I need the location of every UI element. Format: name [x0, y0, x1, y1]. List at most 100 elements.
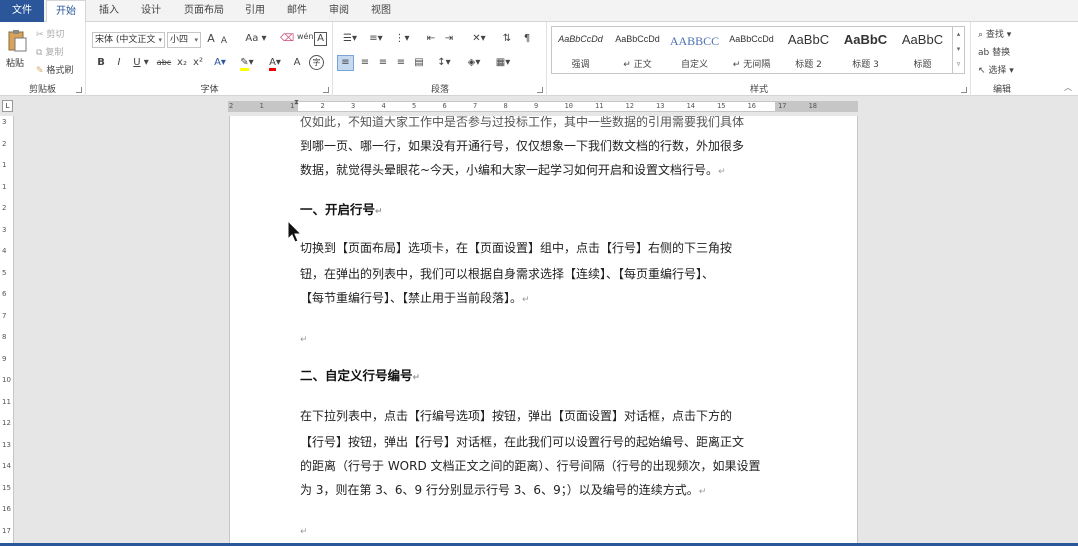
copy-button[interactable]: ⧉ 复制 [36, 45, 63, 58]
paragraph-launcher[interactable] [537, 87, 543, 93]
borders-icon[interactable]: ▦▾ [492, 56, 514, 70]
paste-label: 粘贴 [6, 59, 25, 69]
indent-marker-icon[interactable]: ⧗ [294, 98, 299, 107]
tab-review[interactable]: 审阅 [320, 0, 358, 22]
document-line[interactable]: 【行号】按钮，弹出【行号】对话框，在此我们可以设置行号的起始编号、距离正文 [300, 434, 744, 450]
subscript-button[interactable]: x₂ [175, 56, 189, 70]
style-heading-3[interactable]: AaBbC 标题 3 [837, 27, 894, 73]
document-line[interactable]: 【每节重编行号】、【禁止用于当前段落】。↵ [300, 290, 530, 308]
tab-page-layout[interactable]: 页面布局 [176, 0, 232, 22]
strikethrough-button[interactable]: abc [155, 56, 173, 70]
style-preview: AABBCC [669, 34, 720, 48]
style-emphasis[interactable]: AaBbCcDd 强调 [552, 27, 609, 73]
style-title[interactable]: AaBbC 标题 [894, 27, 951, 73]
tab-mailings[interactable]: 邮件 [278, 0, 316, 22]
tab-insert[interactable]: 插入 [90, 0, 128, 22]
tab-home[interactable]: 开始 [46, 0, 86, 23]
section-heading[interactable]: 二、自定义行号编号↵ [300, 368, 420, 386]
distributed-icon[interactable]: ▤ [412, 56, 426, 70]
style-no-spacing[interactable]: AaBbCcDd ↵ 无间隔 [723, 27, 780, 73]
styles-launcher[interactable] [961, 87, 967, 93]
copy-icon: ⧉ [36, 48, 43, 58]
align-center-icon[interactable]: ≡ [358, 56, 372, 70]
tab-view[interactable]: 视图 [362, 0, 400, 22]
ruler-number: 3 [2, 225, 7, 234]
document-line[interactable]: 钮，在弹出的列表中，我们可以根据自身需求选择【连续】、【每页重编行号】、 [300, 266, 714, 282]
cut-button[interactable]: ✂ 剪切 [36, 27, 64, 40]
document-line[interactable]: 到哪一页、哪一行，如果没有开通行号，仅仅想象一下我们数文档的行数，外加很多 [300, 138, 744, 154]
replace-button[interactable]: ab 替换 [978, 45, 1010, 58]
empty-line[interactable]: ↵ [300, 330, 308, 348]
chevron-down-icon[interactable]: ▾ [953, 42, 964, 57]
font-size-combo[interactable]: 小四 ▾ [167, 32, 201, 48]
document-line[interactable]: 的距离（行号于 WORD 文档正文之间的距离）、行号间隔（行号的出现频次，如果设… [300, 458, 761, 474]
paste-button[interactable]: 粘贴 [4, 26, 30, 72]
document-line[interactable]: 仅如此，不知道大家工作中是否参与过投标工作，其中一些数据的引用需要我们具体 [300, 116, 744, 130]
numbering-icon[interactable]: ≡▾ [366, 32, 386, 46]
format-painter-button[interactable]: ✎ 格式刷 [36, 63, 73, 76]
increase-indent-icon[interactable]: ⇥ [442, 32, 456, 46]
font-name-combo[interactable]: 宋体 (中文正文 ▾ [92, 32, 165, 48]
paragraph-group-label: 段落 [430, 85, 449, 95]
clear-format-icon[interactable]: ⌫ [280, 32, 294, 46]
show-formatting-icon[interactable]: ¶ [520, 32, 534, 46]
underline-button[interactable]: U ▾ [131, 56, 151, 70]
decrease-indent-icon[interactable]: ⇤ [424, 32, 438, 46]
italic-button[interactable]: I [113, 56, 125, 70]
select-button[interactable]: ↖ 选择 ▾ [978, 63, 1014, 76]
style-normal[interactable]: AaBbCcDd ↵ 正文 [609, 27, 666, 73]
horizontal-ruler[interactable]: L 2 1 1 2 3 4 5 6 7 8 9 10 11 12 13 14 15 16 17 18 ⧗ [0, 97, 1078, 116]
highlight-color-button[interactable]: ✎▾ [237, 56, 257, 71]
style-name: 强调 [571, 60, 590, 70]
ruler-number: 6 [2, 290, 7, 298]
enclose-characters-button[interactable]: 字 [309, 55, 324, 70]
style-heading-2[interactable]: AaBbC 标题 2 [780, 27, 837, 73]
justify-icon[interactable]: ≡ [394, 56, 408, 70]
font-launcher[interactable] [323, 87, 329, 93]
section-heading[interactable]: 一、开启行号↵ [300, 202, 383, 220]
gallery-scroll[interactable]: ▴ ▾ ▿ [952, 27, 964, 73]
tab-design[interactable]: 设计 [132, 0, 170, 22]
clipboard-launcher[interactable] [76, 87, 82, 93]
multilevel-list-icon[interactable]: ⋮▾ [392, 32, 412, 46]
tab-references[interactable]: 引用 [236, 0, 274, 22]
chevron-up-icon[interactable]: ▴ [953, 27, 964, 42]
text-effects-icon[interactable]: A▾ [211, 56, 229, 70]
tab-selector-icon[interactable]: L [2, 100, 13, 112]
ruler-number: 13 [2, 440, 11, 449]
document-line[interactable]: 在下拉列表中，点击【行编号选项】按钮，弹出【页面设置】对话框，点击下方的 [300, 408, 732, 424]
bold-button[interactable]: B [95, 56, 107, 70]
font-size-value: 小四 [170, 35, 189, 45]
phonetic-guide-button[interactable]: wén [297, 30, 314, 44]
change-case-button[interactable]: Aa ▾ [245, 32, 267, 46]
cut-label: 剪切 [46, 30, 65, 40]
align-right-icon[interactable]: ≡ [376, 56, 390, 70]
underline-label: U [133, 57, 141, 68]
style-preview: AaBbCcDd [558, 34, 603, 44]
empty-line[interactable]: ↵ [300, 522, 308, 540]
vertical-ruler[interactable]: 3 2 1 1 2 3 4 5 6 7 8 9 10 11 12 13 14 15 16 17 [0, 116, 14, 546]
document-page[interactable]: 仅如此，不知道大家工作中是否参与过投标工作，其中一些数据的引用需要我们具体 到哪… [229, 116, 858, 546]
find-button[interactable]: ⌕ 查找 ▾ [978, 27, 1011, 40]
bullets-icon[interactable]: ☰▾ [340, 32, 360, 46]
ruler-number: 10 [2, 376, 11, 384]
collapse-ribbon-icon[interactable]: ︿ [1064, 82, 1072, 93]
line-spacing-icon[interactable]: ↕▾ [434, 56, 454, 70]
character-border-button[interactable]: A [314, 32, 327, 46]
tab-file[interactable]: 文件 [0, 0, 44, 22]
shrink-font-button[interactable]: A [219, 34, 229, 48]
superscript-button[interactable]: x² [191, 56, 205, 70]
document-line[interactable]: 为 3，则在第 3、6、9 行分别显示行号 3、6、9；）以及编号的连续方式。↵ [300, 482, 706, 500]
document-line[interactable]: 切换到【页面布局】选项卡，在【页面设置】组中，点击【行号】右侧的下三角按 [300, 240, 732, 256]
shading-icon[interactable]: ◈▾ [464, 56, 484, 70]
document-line[interactable]: 数据，就觉得头晕眼花~今天，小编和大家一起学习如何开启和设置文档行号。↵ [300, 162, 726, 180]
chinese-layout-icon[interactable]: ✕▾ [468, 32, 490, 46]
grow-font-button[interactable]: A [205, 32, 217, 46]
more-icon[interactable]: ▿ [953, 57, 964, 72]
align-left-icon[interactable]: ≡ [337, 55, 354, 71]
line-text: 数据，就觉得头晕眼花~今天，小编和大家一起学习如何开启和设置文档行号。 [300, 163, 719, 177]
sort-icon[interactable]: ⇅ [500, 32, 514, 46]
character-shading-icon[interactable]: A [291, 56, 303, 70]
style-custom[interactable]: AABBCC 自定义 [666, 27, 723, 73]
font-color-button[interactable]: A▾ [265, 56, 285, 71]
